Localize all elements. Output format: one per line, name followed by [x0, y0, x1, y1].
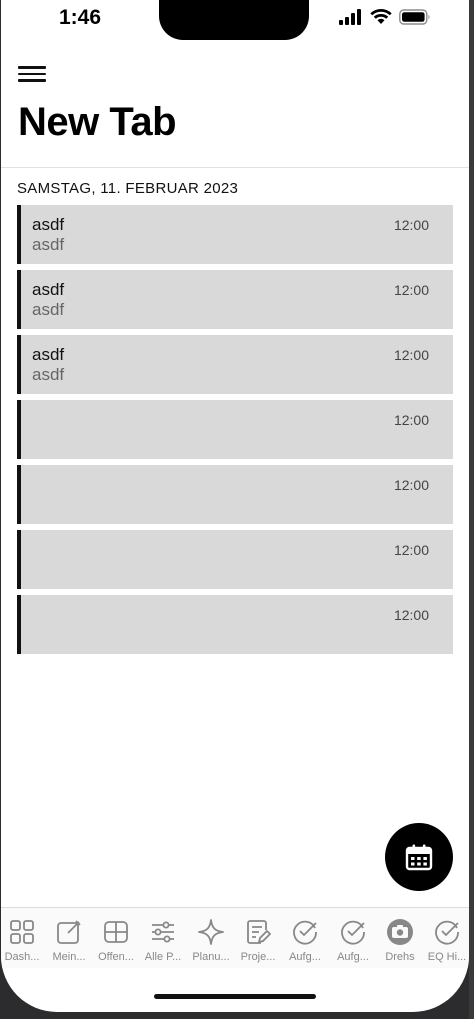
check-circle-icon — [339, 918, 367, 946]
dynamic-island — [159, 0, 309, 40]
tab-label: Drehs — [385, 951, 415, 963]
menu-icon-bar — [18, 72, 46, 76]
tab-label: Proje... — [240, 951, 276, 963]
event-subtitle: asdf — [32, 300, 65, 319]
date-header: SAMSTAG, 11. FEBRUAR 2023 — [17, 180, 239, 197]
event-row[interactable]: asdf asdf 12:00 — [17, 270, 453, 329]
event-subtitle: asdf — [32, 365, 65, 384]
sliders-icon — [149, 918, 177, 946]
check-circle-icon — [291, 918, 319, 946]
event-time: 12:00 — [393, 477, 429, 493]
tab-label: Aufg... — [337, 951, 369, 963]
event-row[interactable]: 12:00 — [17, 400, 453, 459]
tab-label: EQ Hi... — [427, 951, 467, 963]
tab-label: Mein... — [52, 951, 86, 963]
document-edit-icon — [244, 918, 272, 946]
device-frame-edge — [469, 0, 474, 1019]
event-time: 12:00 — [393, 607, 429, 623]
event-title: asdf — [32, 215, 65, 234]
event-row[interactable]: asdf asdf 12:00 — [17, 335, 453, 394]
hamburger-menu-button[interactable] — [18, 63, 46, 85]
tab-label: Planu... — [192, 951, 230, 963]
tab-offen[interactable]: Offen... — [93, 908, 139, 968]
event-row[interactable]: 12:00 — [17, 595, 453, 654]
check-circle-icon — [433, 918, 461, 946]
battery-icon — [399, 9, 430, 25]
tab-label: Aufg... — [289, 951, 321, 963]
tab-aufg-1[interactable]: Aufg... — [282, 908, 328, 968]
edit-note-icon — [55, 918, 83, 946]
event-time: 12:00 — [393, 217, 429, 233]
event-row[interactable]: 12:00 — [17, 465, 453, 524]
sparkle-icon — [197, 918, 225, 946]
header-divider — [1, 167, 469, 168]
tab-aufg-2[interactable]: Aufg... — [330, 908, 376, 968]
cellular-signal-icon — [339, 9, 361, 25]
app-screen: 1:46 New Tab SAMSTAG, 11. FEBRUAR 2023 a… — [1, 0, 469, 1012]
menu-icon-bar — [18, 79, 46, 82]
tab-eq-hi[interactable]: EQ Hi... — [424, 908, 469, 968]
bottom-tab-bar: Dash... Mein... Offen... Alle P... Planu… — [1, 907, 469, 968]
tab-alle-p[interactable]: Alle P... — [140, 908, 186, 968]
tab-label: Offen... — [98, 951, 134, 963]
tab-dashboard[interactable]: Dash... — [1, 908, 45, 968]
event-time: 12:00 — [393, 412, 429, 428]
tab-planu[interactable]: Planu... — [188, 908, 234, 968]
event-time: 12:00 — [393, 282, 429, 298]
calendar-fab-button[interactable] — [385, 823, 453, 891]
event-time: 12:00 — [393, 347, 429, 363]
event-time: 12:00 — [393, 542, 429, 558]
menu-icon — [18, 66, 46, 69]
calendar-icon — [405, 844, 433, 871]
split-box-icon — [102, 918, 130, 946]
page-title: New Tab — [18, 100, 177, 144]
home-indicator — [154, 994, 316, 999]
tab-proje[interactable]: Proje... — [235, 908, 281, 968]
tab-label: Alle P... — [144, 951, 182, 963]
tab-mein[interactable]: Mein... — [46, 908, 92, 968]
event-row[interactable]: 12:00 — [17, 530, 453, 589]
event-list: asdf asdf 12:00 asdf asdf 12:00 asdf asd… — [17, 205, 453, 660]
device-frame: 1:46 New Tab SAMSTAG, 11. FEBRUAR 2023 a… — [0, 0, 474, 1019]
event-title: asdf — [32, 280, 65, 299]
event-subtitle: asdf — [32, 235, 65, 254]
tab-drehs[interactable]: Drehs — [377, 908, 423, 968]
status-time: 1:46 — [59, 6, 102, 29]
tab-label: Dash... — [4, 951, 40, 963]
event-row[interactable]: asdf asdf 12:00 — [17, 205, 453, 264]
status-icons — [339, 9, 431, 25]
grid-icon — [8, 918, 36, 946]
camera-icon — [386, 918, 414, 946]
event-title: asdf — [32, 345, 65, 364]
wifi-icon — [370, 9, 392, 24]
